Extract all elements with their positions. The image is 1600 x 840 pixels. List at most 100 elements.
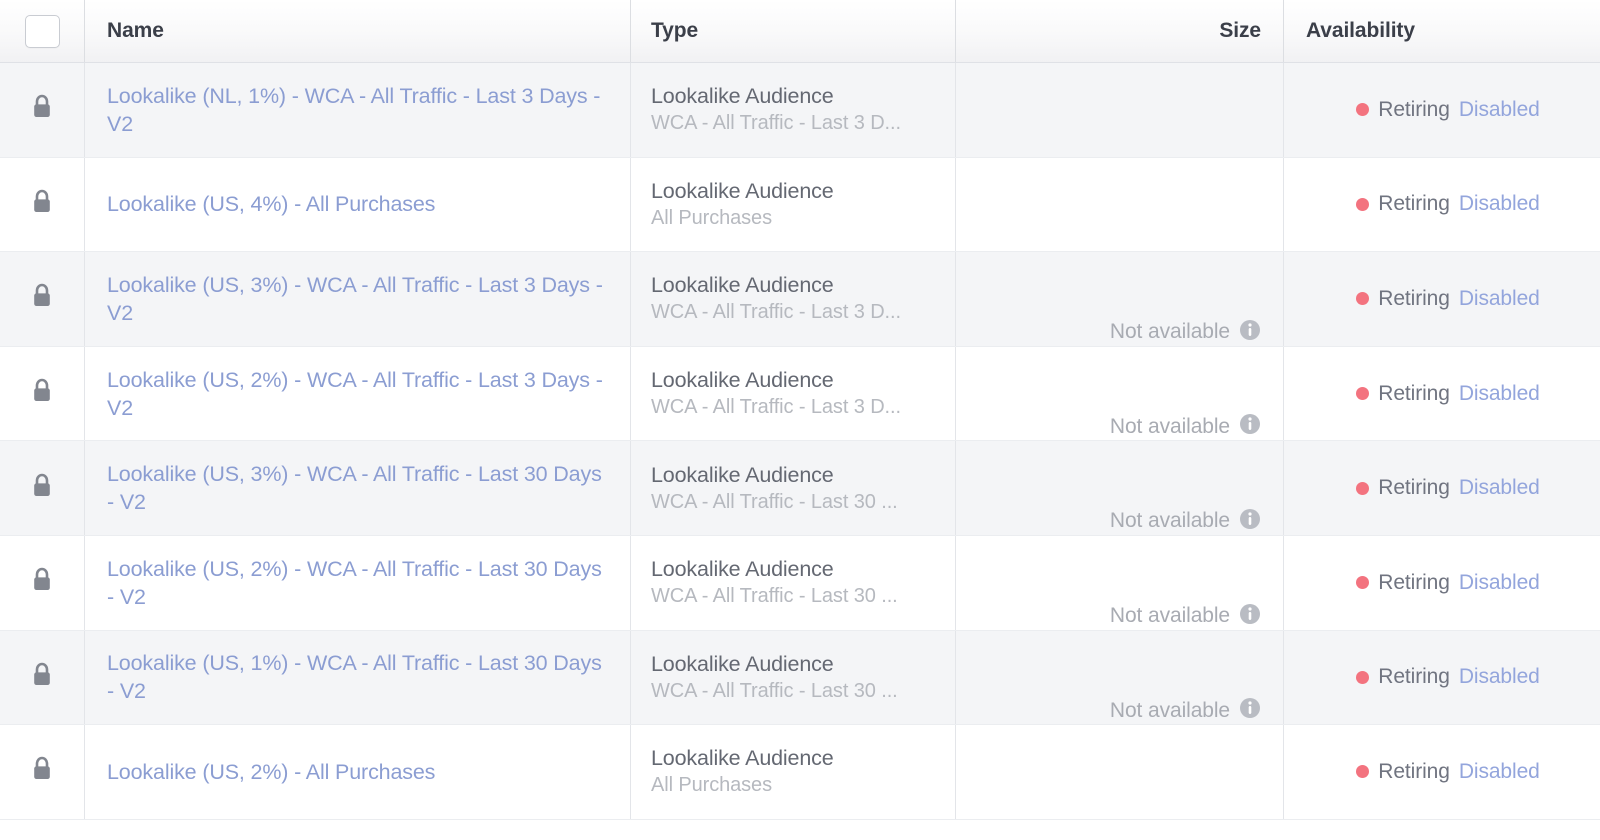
row-name-cell: Lookalike (US, 2%) - WCA - All Traffic -… (84, 536, 630, 630)
audience-type: Lookalike Audience (651, 744, 941, 772)
lock-icon (31, 756, 53, 787)
status-action-link[interactable]: Disabled (1459, 287, 1540, 311)
status-action-link[interactable]: Disabled (1459, 760, 1540, 784)
row-type-cell: Lookalike AudienceAll Purchases (630, 725, 955, 819)
row-size-cell (955, 725, 1283, 819)
row-size-cell: Not available (955, 252, 1283, 346)
table-header-name[interactable]: Name (84, 0, 630, 62)
table-body: Lookalike (NL, 1%) - WCA - All Traffic -… (0, 63, 1600, 820)
lock-icon (31, 567, 53, 598)
audience-name-link[interactable]: Lookalike (US, 2%) - All Purchases (107, 758, 604, 786)
audience-type: Lookalike Audience (651, 82, 941, 110)
table-header-select-all[interactable] (0, 0, 84, 62)
audience-type-source: WCA - All Traffic - Last 3 D... (651, 394, 941, 421)
audience-name-link[interactable]: Lookalike (US, 3%) - WCA - All Traffic -… (107, 460, 604, 516)
row-lock-cell (0, 631, 84, 725)
row-availability-cell: Retiring Disabled (1283, 536, 1600, 630)
lock-icon (31, 662, 53, 693)
audience-name-link[interactable]: Lookalike (US, 2%) - WCA - All Traffic -… (107, 366, 604, 422)
audience-type-source: WCA - All Traffic - Last 3 D... (651, 110, 941, 137)
row-lock-cell (0, 441, 84, 535)
status-dot-icon (1356, 387, 1369, 400)
info-icon[interactable] (1239, 697, 1261, 724)
audience-name-link[interactable]: Lookalike (NL, 1%) - WCA - All Traffic -… (107, 82, 604, 138)
info-icon[interactable] (1239, 508, 1261, 535)
status-dot-icon (1356, 765, 1369, 778)
info-icon[interactable] (1239, 319, 1261, 346)
row-lock-cell (0, 158, 84, 252)
row-size-cell: Not available (955, 631, 1283, 725)
status-badge: Retiring (1378, 571, 1450, 595)
status-action-link[interactable]: Disabled (1459, 192, 1540, 216)
row-size-cell (955, 63, 1283, 157)
table-header-size[interactable]: Size (955, 0, 1283, 62)
audience-size: Not available (1110, 604, 1230, 628)
row-size-cell: Not available (955, 441, 1283, 535)
table-header-availability[interactable]: Availability (1283, 0, 1600, 62)
info-icon[interactable] (1239, 413, 1261, 440)
table-row[interactable]: Lookalike (US, 2%) - All Purchases Lookal… (0, 725, 1600, 820)
audience-type: Lookalike Audience (651, 366, 941, 394)
row-name-cell: Lookalike (US, 2%) - All Purchases (84, 725, 630, 819)
table-row[interactable]: Lookalike (US, 3%) - WCA - All Traffic -… (0, 252, 1600, 347)
row-lock-cell (0, 536, 84, 630)
row-availability-cell: Retiring Disabled (1283, 631, 1600, 725)
audience-type-source: WCA - All Traffic - Last 30 ... (651, 678, 941, 705)
audience-type: Lookalike Audience (651, 271, 941, 299)
table-row[interactable]: Lookalike (US, 2%) - WCA - All Traffic -… (0, 536, 1600, 631)
row-availability-cell: RetiringDisabled (1283, 158, 1600, 252)
status-action-link[interactable]: Disabled (1459, 571, 1540, 595)
table-header-type[interactable]: Type (630, 0, 955, 62)
row-name-cell: Lookalike (US, 3%) - WCA - All Traffic -… (84, 252, 630, 346)
info-icon[interactable] (1239, 603, 1261, 630)
table-row[interactable]: Lookalike (US, 2%) - WCA - All Traffic -… (0, 347, 1600, 442)
row-size-cell (955, 158, 1283, 252)
column-label-availability: Availability (1306, 19, 1415, 43)
audience-type: Lookalike Audience (651, 461, 941, 489)
lock-icon (31, 473, 53, 504)
status-badge: Retiring (1378, 287, 1450, 311)
status-action-link[interactable]: Disabled (1459, 98, 1540, 122)
table-row[interactable]: Lookalike (US, 4%) - All Purchases Lookal… (0, 158, 1600, 253)
table-header-row: Name Type Size Availability (0, 0, 1600, 63)
audience-size: Not available (1110, 320, 1230, 344)
audience-type-source: All Purchases (651, 205, 941, 232)
audience-type: Lookalike Audience (651, 555, 941, 583)
row-availability-cell: Retiring Disabled (1283, 441, 1600, 535)
status-badge: Retiring (1378, 98, 1450, 122)
row-name-cell: Lookalike (NL, 1%) - WCA - All Traffic -… (84, 63, 630, 157)
audience-name-link[interactable]: Lookalike (US, 2%) - WCA - All Traffic -… (107, 555, 604, 611)
row-availability-cell: Retiring Disabled (1283, 63, 1600, 157)
select-all-checkbox[interactable] (25, 15, 60, 48)
status-action-link[interactable]: Disabled (1459, 476, 1540, 500)
status-dot-icon (1356, 576, 1369, 589)
audience-type-source: WCA - All Traffic - Last 30 ... (651, 489, 941, 516)
status-action-link[interactable]: Disabled (1459, 665, 1540, 689)
row-type-cell: Lookalike AudienceWCA - All Traffic - La… (630, 347, 955, 441)
row-type-cell: Lookalike AudienceWCA - All Traffic - La… (630, 631, 955, 725)
lock-icon (31, 283, 53, 314)
status-badge: Retiring (1378, 665, 1450, 689)
table-row[interactable]: Lookalike (NL, 1%) - WCA - All Traffic -… (0, 63, 1600, 158)
audience-name-link[interactable]: Lookalike (US, 4%) - All Purchases (107, 190, 604, 218)
row-name-cell: Lookalike (US, 3%) - WCA - All Traffic -… (84, 441, 630, 535)
table-row[interactable]: Lookalike (US, 1%) - WCA - All Traffic -… (0, 631, 1600, 726)
audience-name-link[interactable]: Lookalike (US, 1%) - WCA - All Traffic -… (107, 649, 604, 705)
row-type-cell: Lookalike AudienceWCA - All Traffic - La… (630, 536, 955, 630)
status-badge: Retiring (1378, 382, 1450, 406)
lock-icon (31, 378, 53, 409)
audience-type: Lookalike Audience (651, 177, 941, 205)
row-type-cell: Lookalike AudienceWCA - All Traffic - La… (630, 441, 955, 535)
status-badge: Retiring (1378, 476, 1450, 500)
status-action-link[interactable]: Disabled (1459, 382, 1540, 406)
row-type-cell: Lookalike AudienceWCA - All Traffic - La… (630, 63, 955, 157)
audience-type-source: WCA - All Traffic - Last 3 D... (651, 299, 941, 326)
status-dot-icon (1356, 482, 1369, 495)
audience-name-link[interactable]: Lookalike (US, 3%) - WCA - All Traffic -… (107, 271, 604, 327)
table-row[interactable]: Lookalike (US, 3%) - WCA - All Traffic -… (0, 441, 1600, 536)
status-dot-icon (1356, 292, 1369, 305)
column-label-size: Size (1219, 19, 1261, 43)
status-badge: Retiring (1378, 760, 1450, 784)
row-size-cell: Not available (955, 536, 1283, 630)
column-label-type: Type (651, 19, 698, 43)
